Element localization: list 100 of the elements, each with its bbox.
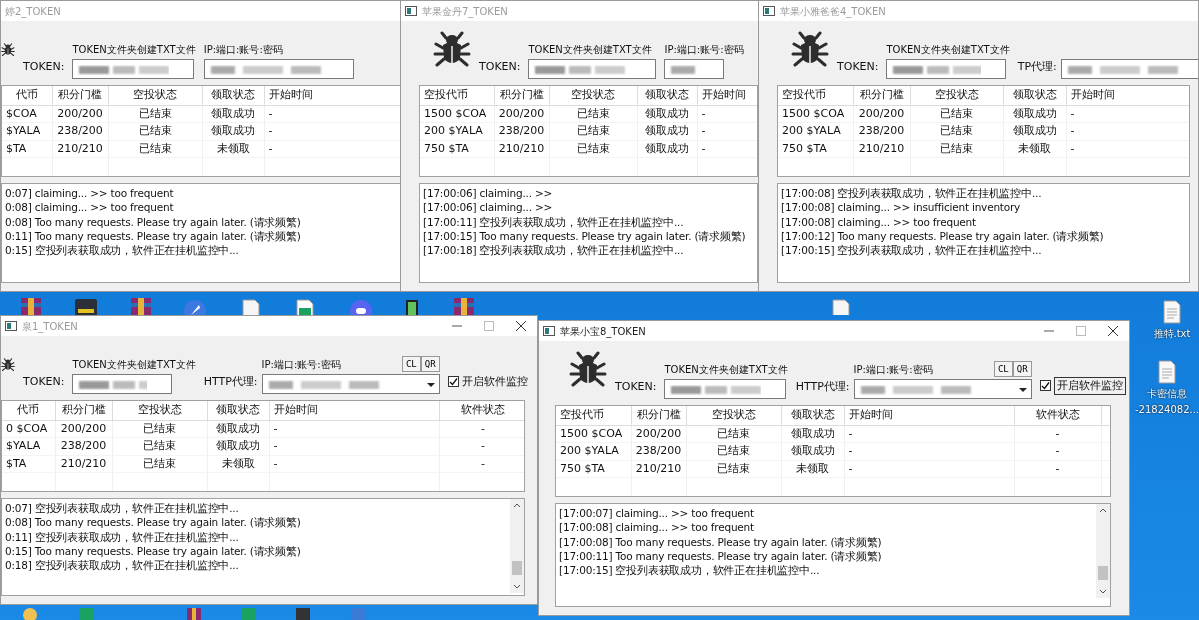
file-icon[interactable] (1161, 300, 1183, 324)
column-header[interactable]: 领取状态 (202, 86, 264, 105)
column-header[interactable]: 积分门槛 (55, 401, 112, 420)
column-header[interactable]: 软件状态 (1014, 406, 1101, 425)
table-cell: - (1014, 442, 1101, 460)
column-header[interactable]: 积分门槛 (52, 86, 108, 105)
table-cell: 750 $TA (420, 140, 494, 158)
log-line: [17:00:08] 空投列表获取成功，软件正在挂机监控中... (781, 186, 1043, 201)
log-line: 0:15] 空投列表获取成功，软件正在挂机监控中... (5, 243, 240, 258)
log-line: 0:11] Too many requests. Please try again later. (请求频繁) (5, 228, 302, 244)
bug-icon (569, 351, 607, 389)
token-field[interactable] (664, 379, 787, 399)
table-cell: 210/210 (52, 140, 108, 158)
table-cell: - (1066, 122, 1189, 140)
column-header[interactable]: 开始时间 (1066, 86, 1189, 105)
log-line: 0:08] Too many requests. Please try again later. (请求频繁) (5, 214, 302, 229)
column-header[interactable]: 空投状态 (112, 401, 207, 420)
field-caption: TOKEN文件夹创建TXT文件 (886, 43, 1010, 57)
table-cell: 200/200 (494, 105, 549, 123)
table-cell: 238/200 (853, 122, 910, 140)
checkbox[interactable] (1039, 380, 1051, 392)
column-header[interactable]: 领取状态 (781, 406, 844, 425)
column-header[interactable]: 领取状态 (1003, 86, 1066, 105)
table-cell: 已结束 (910, 140, 1003, 158)
log-line: 0:07] 空投列表获取成功，软件正在挂机监控中... (5, 501, 240, 516)
column-header[interactable]: 积分门槛 (631, 406, 686, 425)
token-field[interactable] (72, 59, 195, 79)
table-cell: 210/210 (853, 140, 910, 158)
table-cell: 已结束 (686, 425, 781, 443)
token-field[interactable] (72, 374, 173, 394)
field-caption: IP:端口:账号:密码 (853, 363, 933, 377)
table-cell: 领取成功 (202, 122, 264, 140)
archive-icon[interactable] (453, 297, 475, 315)
proxy-field[interactable] (1060, 59, 1198, 79)
table-cell: 238/200 (494, 122, 549, 140)
column-header[interactable]: 开始时间 (844, 406, 1014, 425)
token-field[interactable] (528, 59, 657, 79)
scrollbar[interactable] (1096, 504, 1110, 598)
table-cell: 领取成功 (781, 442, 844, 460)
table-cell: 200/200 (631, 425, 686, 443)
log-line: [17:00:07] claiming... >> too frequent (559, 506, 755, 521)
proxy-field[interactable] (664, 59, 725, 79)
column-header[interactable]: 积分门槛 (494, 86, 549, 105)
proxy-field[interactable] (203, 59, 354, 79)
archive-icon[interactable] (20, 297, 42, 315)
table-cell: 0 $COA (2, 420, 55, 438)
tool-button[interactable]: CL (401, 356, 421, 372)
column-header[interactable]: 空投状态 (108, 86, 202, 105)
column-header[interactable]: 代币 (2, 86, 52, 105)
file-icon[interactable] (830, 299, 852, 315)
window-title: 苹果小雅爸爸4_TOKEN (780, 4, 886, 19)
table-cell: - (844, 442, 1014, 460)
checkbox-label[interactable]: 开启软件监控 (1053, 376, 1126, 395)
column-header[interactable]: 空投代币 (556, 406, 631, 425)
column-header[interactable]: 开始时间 (269, 401, 439, 420)
table-cell: - (439, 420, 524, 438)
table-cell: $COA (2, 105, 52, 123)
tool-button[interactable]: CL (993, 361, 1013, 377)
table-cell: 已结束 (549, 122, 637, 140)
window-icon (763, 6, 775, 16)
icon-label: -21824082... (1135, 404, 1199, 416)
icon-label: 卡密信息 (1147, 388, 1187, 400)
token-field[interactable] (886, 59, 1007, 79)
column-header[interactable]: 领取状态 (637, 86, 697, 105)
window-icon (405, 6, 417, 16)
window-title: 苹果金丹7_TOKEN (422, 4, 508, 19)
table-cell: 领取成功 (1003, 105, 1066, 123)
table-cell: 210/210 (55, 455, 112, 473)
checkbox[interactable] (447, 376, 459, 388)
column-header[interactable]: 空投状态 (910, 86, 1003, 105)
column-header[interactable]: 领取状态 (207, 401, 269, 420)
column-header[interactable]: 软件状态 (439, 401, 524, 420)
column-header[interactable]: 空投状态 (686, 406, 781, 425)
table-cell: 238/200 (631, 442, 686, 460)
file-icon[interactable] (1156, 360, 1178, 384)
column-header[interactable]: 代币 (2, 401, 55, 420)
field-label: TOKEN: (23, 373, 65, 390)
table-cell: 已结束 (108, 140, 202, 158)
column-header[interactable]: 空投状态 (549, 86, 637, 105)
table-cell: 200 $YALA (556, 442, 631, 460)
column-header[interactable]: 积分门槛 (853, 86, 910, 105)
app-icon[interactable] (75, 297, 97, 315)
checkbox-label[interactable]: 开启软件监控 (461, 373, 528, 390)
column-header[interactable]: 空投代币 (420, 86, 494, 105)
table-cell: 1500 $COA (556, 425, 631, 443)
scrollbar[interactable] (510, 499, 524, 593)
proxy-dropdown[interactable] (853, 379, 1032, 399)
field-label: HTTP代理: (203, 373, 258, 390)
window-title: 苹果小宝8_TOKEN (560, 324, 646, 339)
table-cell: 已结束 (686, 442, 781, 460)
archive-icon[interactable] (130, 297, 152, 315)
log-line: 0:11] 空投列表获取成功，软件正在挂机监控中... (5, 529, 240, 544)
table-cell: 已结束 (112, 420, 207, 438)
proxy-dropdown[interactable] (261, 374, 440, 394)
spreadsheet-icon[interactable] (294, 299, 316, 315)
column-header[interactable]: 空投代币 (778, 86, 853, 105)
table-cell: 200 $YALA (420, 122, 494, 140)
table-cell: 1500 $COA (778, 105, 853, 123)
window-title: 婷2_TOKEN (5, 4, 61, 19)
icon-label: 推特.txt (1153, 328, 1191, 340)
